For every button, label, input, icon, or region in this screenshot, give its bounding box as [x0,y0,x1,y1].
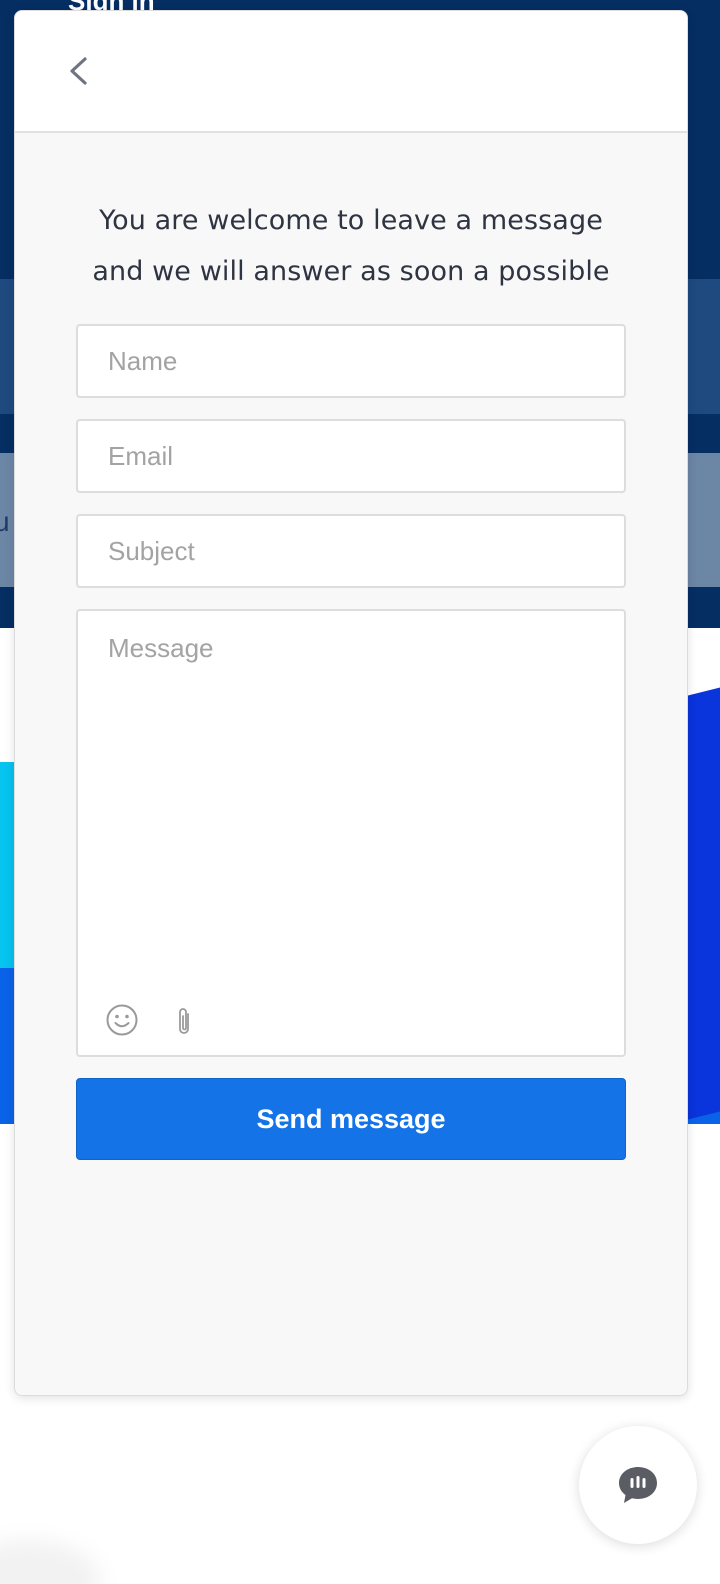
intro-message: You are welcome to leave a message and w… [15,195,687,297]
back-button[interactable] [59,49,99,93]
send-message-button[interactable]: Send message [76,1078,626,1160]
intro-line: and we will answer as soon a possible [92,256,610,287]
chat-launcher-button[interactable] [579,1426,697,1544]
paperclip-icon [172,1005,196,1039]
chevron-left-icon [59,49,99,93]
attach-file-button[interactable] [172,1005,196,1039]
message-textarea[interactable] [78,611,624,981]
background-shadow [0,1540,100,1584]
panel-header [15,11,687,133]
emoji-button[interactable] [105,1003,139,1037]
subject-input[interactable] [76,514,626,588]
email-input[interactable] [76,419,626,493]
name-input[interactable] [76,324,626,398]
chat-bubble-icon [616,1464,660,1506]
background-band-text: u [0,506,10,537]
contact-form-panel: You are welcome to leave a message and w… [14,10,688,1396]
intro-line: You are welcome to leave a message [99,205,603,236]
smiley-icon [105,1003,139,1037]
message-box [76,609,626,1057]
